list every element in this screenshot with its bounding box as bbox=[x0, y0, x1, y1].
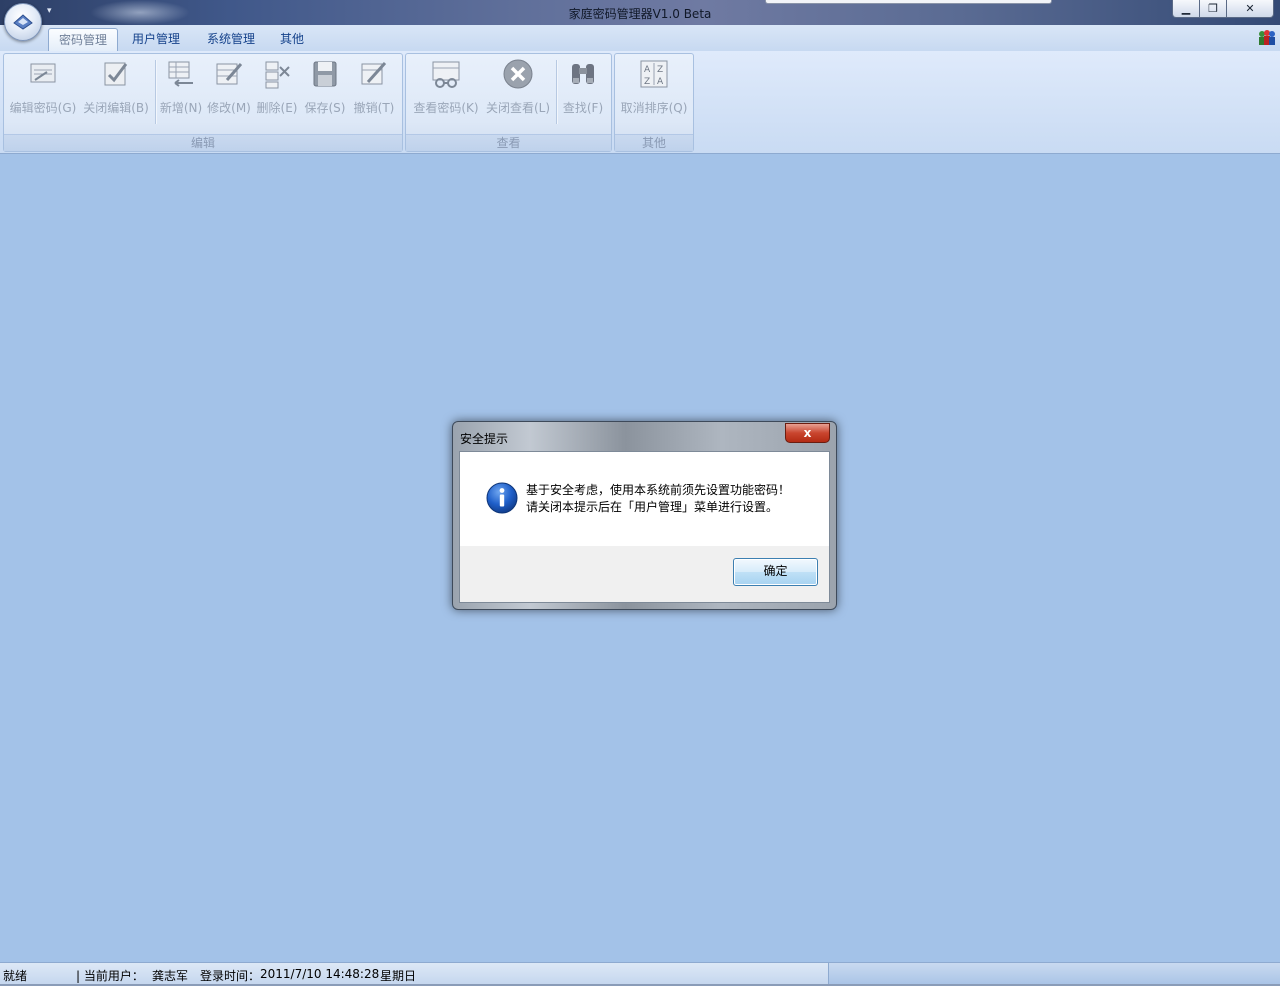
group-separator bbox=[556, 60, 558, 124]
edit-password-button[interactable]: 编辑密码(G) bbox=[9, 58, 77, 116]
dialog-message: 基于安全考虑，使用本系统前须先设置功能密码！ 请关闭本提示后在「用户管理」菜单进… bbox=[526, 482, 790, 516]
svg-text:A: A bbox=[644, 65, 651, 75]
status-progress-panel bbox=[828, 963, 1280, 985]
dialog-message-line2: 请关闭本提示后在「用户管理」菜单进行设置。 bbox=[526, 500, 779, 514]
security-prompt-dialog: 安全提示 x 基于安全考虑，使用本系统前须先设置功能密码！ 请关闭本提示后在「用… bbox=[452, 421, 837, 610]
sort-az-icon: A Z Z A bbox=[640, 60, 668, 88]
ribbon-group-view: 查看密码(K) 关闭查看(L) 查找(F) 查看 bbox=[405, 53, 612, 152]
view-password-icon bbox=[432, 61, 460, 88]
tab-other[interactable]: 其他 bbox=[270, 28, 314, 50]
delete-label: 删除(E) bbox=[256, 101, 298, 115]
status-login-label: 登录时间： bbox=[200, 969, 261, 983]
svg-text:Z: Z bbox=[644, 77, 650, 87]
add-row-icon bbox=[168, 61, 193, 87]
cancel-sort-label: 取消排序(Q) bbox=[620, 101, 688, 115]
status-user-label: | 当前用户： bbox=[76, 969, 144, 983]
edit-password-label: 编辑密码(G) bbox=[9, 101, 77, 115]
dialog-message-line1: 基于安全考虑，使用本系统前须先设置功能密码！ bbox=[526, 483, 791, 497]
binoculars-icon bbox=[572, 64, 594, 84]
ribbon-group-other: A Z Z A 取消排序(Q) 其他 bbox=[614, 53, 694, 152]
delete-icon bbox=[265, 61, 290, 89]
find-button[interactable]: 查找(F) bbox=[559, 58, 607, 116]
close-view-button[interactable]: 关闭查看(L) bbox=[483, 58, 553, 116]
find-label: 查找(F) bbox=[562, 101, 604, 115]
modify-button[interactable]: 修改(M) bbox=[206, 58, 252, 116]
tab-system-management[interactable]: 系统管理 bbox=[197, 28, 265, 50]
status-ready: 就绪 bbox=[3, 969, 28, 983]
status-login-time: 2011/7/10 14:48:28 bbox=[260, 967, 380, 981]
ok-button[interactable]: 确定 bbox=[733, 558, 818, 586]
svg-text:A: A bbox=[657, 77, 664, 87]
app-logo-icon bbox=[13, 14, 33, 30]
close-view-label: 关闭查看(L) bbox=[485, 101, 551, 115]
status-weekday: 星期日 bbox=[380, 969, 417, 983]
modify-label: 修改(M) bbox=[207, 101, 251, 115]
background-window-edge bbox=[765, 0, 1052, 4]
dialog-message-area: 基于安全考虑，使用本系统前须先设置功能密码！ 请关闭本提示后在「用户管理」菜单进… bbox=[460, 452, 829, 546]
info-icon bbox=[486, 482, 518, 514]
tab-user-management[interactable]: 用户管理 bbox=[122, 28, 190, 50]
edit-password-icon bbox=[30, 63, 56, 83]
close-edit-icon bbox=[104, 62, 128, 86]
save-button[interactable]: 保存(S) bbox=[302, 58, 348, 116]
status-user-name: 龚志军 bbox=[152, 969, 189, 983]
undo-button[interactable]: 撤销(T) bbox=[350, 58, 398, 116]
close-view-icon bbox=[503, 59, 533, 89]
cancel-sort-button[interactable]: A Z Z A 取消排序(Q) bbox=[619, 58, 689, 116]
application-menu-button[interactable] bbox=[4, 3, 42, 41]
title-bar: ▾ 家庭密码管理器V1.0 Beta ▁ ❐ ✕ bbox=[0, 0, 1280, 25]
ribbon-group-edit: 编辑密码(G) 关闭编辑(B) 新增(N) 修改(M) 删除(E) 保存(S) … bbox=[3, 53, 403, 152]
undo-label: 撤销(T) bbox=[353, 101, 395, 115]
group-separator bbox=[155, 60, 157, 124]
dialog-close-button[interactable]: x bbox=[785, 423, 830, 443]
tab-password-management[interactable]: 密码管理 bbox=[48, 28, 119, 52]
view-password-label: 查看密码(K) bbox=[413, 101, 479, 115]
svg-text:Z: Z bbox=[657, 65, 663, 75]
undo-icon bbox=[361, 61, 387, 85]
save-label: 保存(S) bbox=[304, 101, 346, 115]
ribbon-group-label: 编辑 bbox=[4, 134, 402, 151]
window-title: 家庭密码管理器V1.0 Beta bbox=[568, 7, 712, 21]
ribbon: 编辑密码(G) 关闭编辑(B) 新增(N) 修改(M) 删除(E) 保存(S) … bbox=[0, 51, 1280, 154]
dialog-title: 安全提示 bbox=[460, 432, 509, 446]
modify-icon bbox=[216, 63, 243, 85]
dialog-client-area: 基于安全考虑，使用本系统前须先设置功能密码！ 请关闭本提示后在「用户管理」菜单进… bbox=[459, 451, 830, 603]
window-controls: ▁ ❐ ✕ bbox=[1172, 0, 1274, 18]
ribbon-group-label: 其他 bbox=[615, 134, 693, 151]
close-button[interactable]: ✕ bbox=[1226, 0, 1274, 18]
add-button[interactable]: 新增(N) bbox=[158, 58, 204, 116]
close-edit-label: 关闭编辑(B) bbox=[83, 101, 149, 115]
ribbon-group-label: 查看 bbox=[406, 134, 611, 151]
ribbon-tab-row: 密码管理 用户管理 系统管理 其他 bbox=[0, 25, 1280, 52]
add-label: 新增(N) bbox=[159, 101, 203, 115]
minimize-button[interactable]: ▁ bbox=[1172, 0, 1200, 18]
close-edit-button[interactable]: 关闭编辑(B) bbox=[80, 58, 152, 116]
save-icon bbox=[313, 61, 337, 87]
maximize-button[interactable]: ❐ bbox=[1199, 0, 1227, 18]
view-password-button[interactable]: 查看密码(K) bbox=[411, 58, 481, 116]
users-icon[interactable] bbox=[1258, 30, 1276, 46]
status-bar: 就绪 | 当前用户： 龚志军 登录时间： 2011/7/10 14:48:28 … bbox=[0, 962, 1280, 985]
delete-button[interactable]: 删除(E) bbox=[254, 58, 300, 116]
